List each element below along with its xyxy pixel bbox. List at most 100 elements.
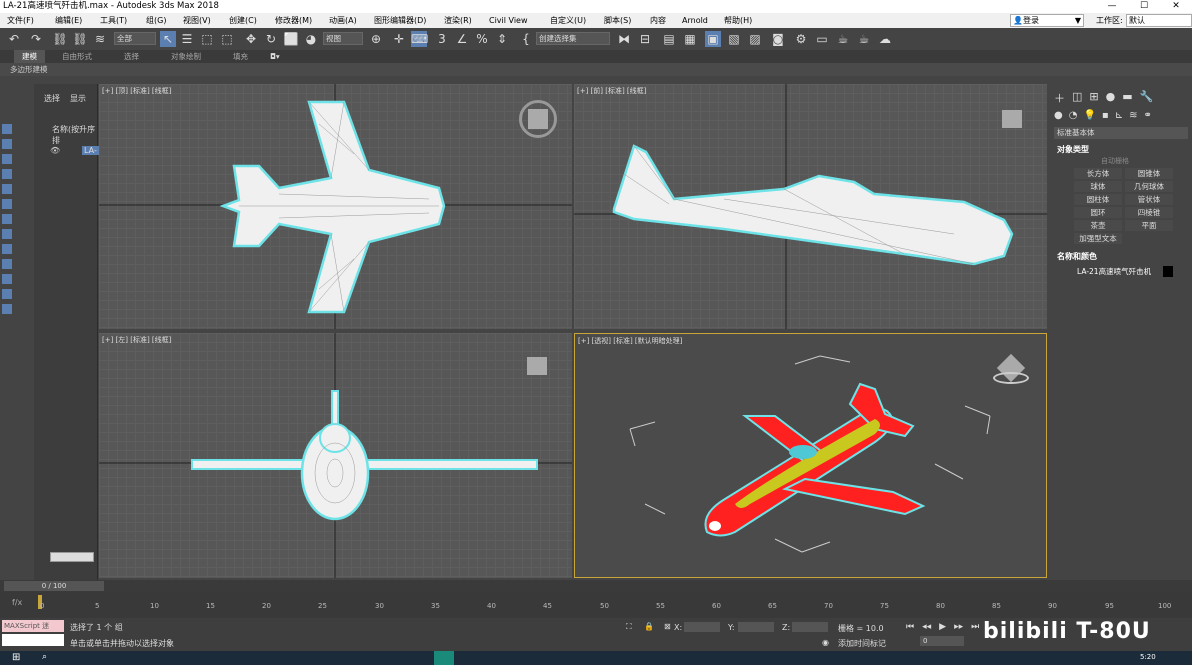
time-slider[interactable]: 0 / 100	[0, 580, 1192, 592]
select-by-name-icon[interactable]: ☰	[179, 31, 195, 47]
menu-customize[interactable]: 自定义(U)	[550, 13, 586, 28]
menu-rendering[interactable]: 渲染(R)	[444, 13, 472, 28]
ribbon-toggle-icon[interactable]: ▣	[705, 31, 721, 47]
keyboard-shortcut-icon[interactable]: ⌨	[411, 31, 428, 47]
viewcube-icon[interactable]	[1002, 110, 1022, 128]
teapot-button[interactable]: 茶壶	[1074, 220, 1122, 231]
geometry-icon[interactable]: ●	[1054, 110, 1063, 121]
pyramid-button[interactable]: 四棱锥	[1125, 207, 1173, 218]
reference-coordinate-dropdown[interactable]: 视图	[323, 32, 363, 45]
torus-button[interactable]: 圆环	[1074, 207, 1122, 218]
filter-bones-icon[interactable]	[2, 244, 12, 254]
menu-scripting[interactable]: 脚本(S)	[604, 13, 631, 28]
scene-tab-display[interactable]: 显示	[70, 93, 86, 104]
motion-tab-icon[interactable]: ●	[1106, 90, 1116, 106]
move-icon[interactable]: ✥	[243, 31, 259, 47]
menu-civil-view[interactable]: Civil View	[489, 13, 528, 28]
filter-spacewarps-icon[interactable]	[2, 199, 12, 209]
selection-filter-dropdown[interactable]: 全部	[114, 32, 156, 45]
plane-button[interactable]: 平面	[1125, 220, 1173, 231]
tree-row[interactable]: 👁 LA-	[36, 146, 99, 156]
scene-column-header[interactable]: 名称(按升序排	[52, 124, 97, 146]
utilities-tab-icon[interactable]: 🔧	[1140, 90, 1154, 106]
menu-content[interactable]: 内容	[650, 13, 666, 28]
align-icon[interactable]: ⊟	[637, 31, 653, 47]
snaps-toggle-icon[interactable]: 3	[434, 31, 450, 47]
tab-selection[interactable]: 选择	[124, 50, 139, 63]
filter-all-icon[interactable]	[2, 304, 12, 314]
current-frame-field[interactable]: 0	[920, 636, 964, 646]
render-production-icon[interactable]: ☕	[835, 31, 851, 47]
login-dropdown[interactable]: 👤 登录 ▼	[1010, 14, 1084, 27]
filter-containers-icon[interactable]	[2, 259, 12, 269]
visibility-eye-icon[interactable]: 👁	[50, 146, 60, 155]
viewport-left[interactable]: [+] [左] [标准] [线框]	[99, 333, 572, 578]
spacewarps-icon[interactable]: ≋	[1129, 110, 1137, 121]
mini-curve-editor-icon[interactable]: f/x	[12, 598, 22, 607]
redo-icon[interactable]: ↷	[28, 31, 44, 47]
menu-animation[interactable]: 动画(A)	[329, 13, 357, 28]
scene-scrollbar[interactable]	[50, 552, 94, 562]
absolute-mode-icon[interactable]: ⊠	[664, 622, 671, 631]
menu-create[interactable]: 创建(C)	[229, 13, 257, 28]
lights-icon[interactable]: 💡	[1083, 110, 1095, 121]
rotate-icon[interactable]: ↻	[263, 31, 279, 47]
percent-snap-icon[interactable]: %	[474, 31, 490, 47]
taskbar-3dsmax-icon[interactable]	[434, 651, 454, 665]
tube-button[interactable]: 管状体	[1125, 194, 1173, 205]
select-object-icon[interactable]: ↖	[160, 31, 176, 47]
rect-region-icon[interactable]: ⬚	[199, 31, 215, 47]
textplus-button[interactable]: 加强型文本	[1074, 233, 1122, 244]
goto-end-icon[interactable]: ⏭	[971, 622, 979, 632]
filter-geometry-icon[interactable]	[2, 124, 12, 134]
cylinder-button[interactable]: 圆柱体	[1074, 194, 1122, 205]
isolate-icon[interactable]: ⛶	[626, 622, 632, 632]
filter-helpers-icon[interactable]	[2, 184, 12, 194]
shapes-icon[interactable]: ◔	[1069, 110, 1078, 121]
box-button[interactable]: 长方体	[1074, 168, 1122, 179]
menu-edit[interactable]: 编辑(E)	[55, 13, 82, 28]
x-coord-field[interactable]	[684, 622, 720, 632]
helpers-icon[interactable]: ⊾	[1115, 110, 1123, 121]
undo-icon[interactable]: ↶	[6, 31, 22, 47]
tab-freeform[interactable]: 自由形式	[62, 50, 92, 63]
window-crossing-icon[interactable]: ⬚	[219, 31, 235, 47]
layer-explorer-icon[interactable]: ▦	[682, 31, 698, 47]
z-coord-field[interactable]	[792, 622, 828, 632]
bind-space-warp-icon[interactable]: ≋	[92, 31, 108, 47]
viewport-front[interactable]: [+] [前] [标准] [线框]	[574, 84, 1047, 329]
y-coord-field[interactable]	[738, 622, 774, 632]
menu-tools[interactable]: 工具(T)	[100, 13, 127, 28]
play-icon[interactable]: ▶	[939, 622, 946, 632]
ribbon-subtitle[interactable]: 多边形建模	[0, 63, 1192, 76]
add-time-tag[interactable]: 添加时间标记	[838, 638, 886, 649]
tab-object-paint[interactable]: 对象绘制	[171, 50, 201, 63]
autogrid-checkbox[interactable]: 自动栅格	[1101, 156, 1129, 166]
search-icon[interactable]: ⌕	[42, 652, 47, 662]
pivot-icon[interactable]: ⊕	[368, 31, 384, 47]
windows-start-icon[interactable]: ⊞	[12, 652, 20, 663]
unlink-icon[interactable]: ⛓	[72, 31, 88, 47]
filter-frozen-icon[interactable]	[2, 274, 12, 284]
named-selection-sets-dropdown[interactable]: 创建选择集	[536, 32, 610, 45]
curve-editor-icon[interactable]: ▧	[726, 31, 742, 47]
render-cloud-icon[interactable]: ☁	[877, 31, 893, 47]
lock-icon[interactable]: 🔒	[644, 622, 654, 631]
systems-icon[interactable]: ⚭	[1143, 110, 1151, 121]
geosphere-button[interactable]: 几何球体	[1125, 181, 1173, 192]
menu-modifiers[interactable]: 修改器(M)	[275, 13, 312, 28]
maxscript-listener[interactable]: MAXScript 迷	[2, 620, 64, 632]
schematic-view-icon[interactable]: ▨	[747, 31, 763, 47]
menu-file[interactable]: 文件(F)	[7, 13, 34, 28]
hierarchy-tab-icon[interactable]: ⊞	[1089, 90, 1098, 106]
scale-icon[interactable]: ⬜	[283, 31, 299, 47]
category-dropdown[interactable]: 标准基本体	[1054, 127, 1188, 139]
menu-views[interactable]: 视图(V)	[183, 13, 211, 28]
angle-snap-icon[interactable]: ∠	[454, 31, 470, 47]
rollout-object-type[interactable]: 对象类型	[1057, 144, 1089, 155]
rollout-name-color[interactable]: 名称和颜色	[1057, 251, 1097, 262]
filter-shapes-icon[interactable]	[2, 139, 12, 149]
object-color-swatch[interactable]	[1163, 266, 1173, 277]
next-frame-icon[interactable]: ▸▸	[954, 622, 963, 632]
menu-help[interactable]: 帮助(H)	[724, 13, 752, 28]
